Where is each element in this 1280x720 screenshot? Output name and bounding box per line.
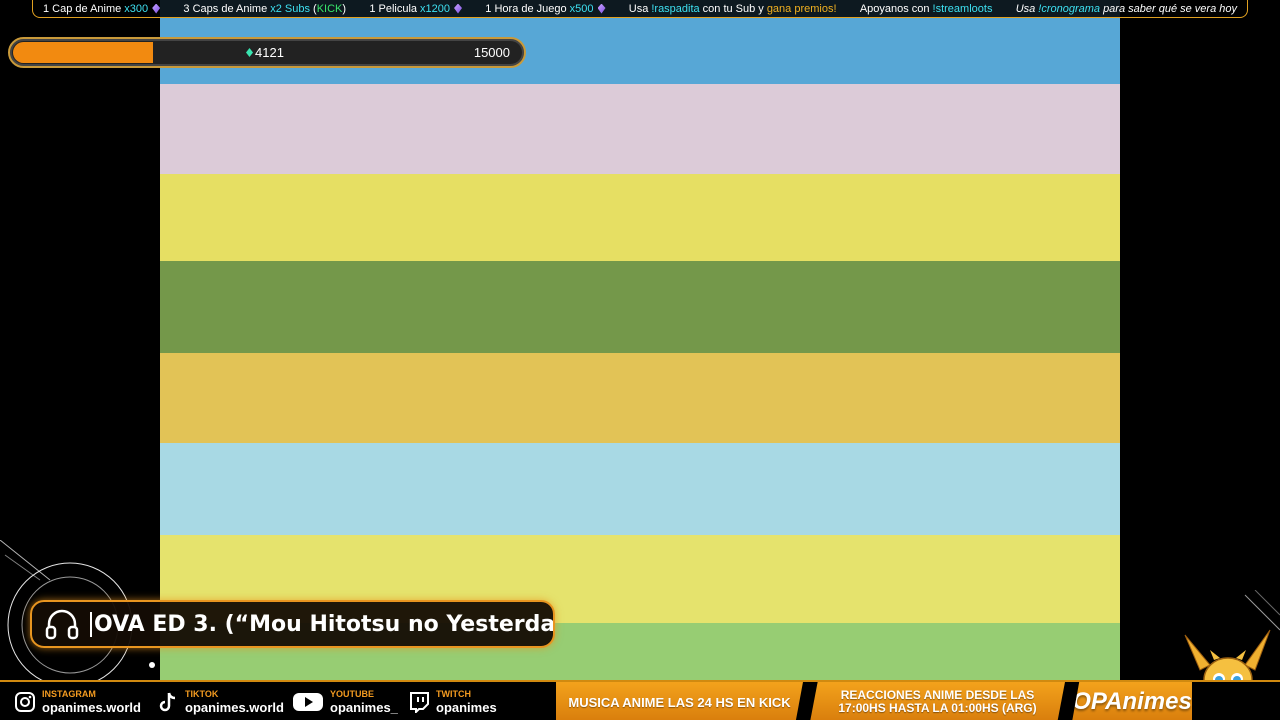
social-label: TIKTOK	[185, 689, 219, 699]
twitch-icon	[408, 691, 430, 713]
now-playing-banner: OVA ED 3. (“Mou Hitotsu no Yesterday	[30, 600, 555, 648]
ticker-item: Usa !raspadita con tu Sub y gana premios…	[629, 3, 837, 15]
promo-reactions-schedule: REACCIONES ANIME DESDE LAS 17:00HS HASTA…	[810, 682, 1065, 720]
ticker-text: Usa	[628, 2, 649, 15]
social-label: YOUTUBE	[330, 689, 375, 699]
ticker-text: para saber qué se vera hoy	[1103, 2, 1237, 15]
social-handle: opanimes_	[330, 700, 398, 715]
goal-target-value: 15000	[473, 45, 510, 60]
social-label: INSTAGRAM	[42, 689, 96, 699]
social-tiktok[interactable]: TIKTOK opanimes.world	[157, 687, 284, 717]
ticker-command: !cronograma	[1038, 2, 1101, 15]
now-playing-title: OVA ED 3. (“Mou Hitotsu no Yesterday	[90, 611, 553, 637]
ticker-text: 1 Cap de Anime	[43, 2, 122, 15]
gem-icon	[454, 3, 463, 14]
stream-overlay: 1 Cap de Anime x300 3 Caps de Anime x2 S…	[0, 0, 1280, 720]
color-stripe	[160, 261, 1120, 353]
ticker-multiplier: x2 Subs	[270, 2, 310, 15]
goal-current-value: 4121	[246, 45, 284, 60]
ticker-text: con tu Sub y	[702, 2, 764, 15]
social-handle: opanimes	[436, 700, 497, 715]
goal-current-text: 4121	[255, 45, 284, 60]
ticker-multiplier: x300	[124, 2, 149, 15]
video-frame	[160, 0, 1120, 680]
tiktok-icon	[157, 691, 179, 713]
youtube-icon	[292, 691, 324, 713]
social-instagram[interactable]: INSTAGRAM opanimes.world	[14, 687, 141, 717]
gem-icon	[152, 3, 161, 14]
social-label: TWITCH	[436, 689, 471, 699]
ticker-item: Usa !cronograma para saber qué se vera h…	[1016, 3, 1237, 15]
headphones-icon	[40, 602, 84, 646]
promo-line: 17:00HS HASTA LA 01:00HS (ARG)	[838, 701, 1037, 715]
ticker-item: 1 Cap de Anime x300	[43, 2, 161, 15]
color-stripe	[160, 174, 1120, 261]
color-stripe	[160, 443, 1120, 535]
social-youtube[interactable]: YOUTUBE opanimes_	[292, 687, 398, 717]
ticker-item: 1 Hora de Juego x500	[485, 2, 606, 15]
ticker-multiplier: x1200	[420, 2, 451, 15]
goal-progress-fill	[13, 42, 153, 63]
ticker-prize: gana premios!	[766, 2, 837, 15]
top-ticker: 1 Cap de Anime x300 3 Caps de Anime x2 S…	[32, 0, 1248, 18]
bottom-bar: INSTAGRAM opanimes.world TIKTOK opanimes…	[0, 680, 1280, 720]
ticker-item: 3 Caps de Anime x2 Subs (KICK)	[183, 3, 346, 15]
ticker-command: !raspadita	[651, 2, 700, 15]
gem-icon	[597, 3, 606, 14]
color-stripe	[160, 353, 1120, 443]
ticker-text: 1 Hora de Juego	[485, 2, 567, 15]
ticker-item: Apoyanos con !streamloots	[860, 3, 993, 15]
social-handle: opanimes.world	[185, 700, 284, 715]
diamond-icon	[246, 48, 253, 57]
social-twitch[interactable]: TWITCH opanimes	[408, 687, 497, 717]
ticker-multiplier: x500	[569, 2, 594, 15]
ticker-item: 1 Pelicula x1200	[369, 2, 463, 15]
ticker-text: 1 Pelicula	[369, 2, 418, 15]
color-stripe	[160, 84, 1120, 174]
social-handle: opanimes.world	[42, 700, 141, 715]
brand-logo-text: OPAnimes	[1072, 682, 1192, 720]
promo-kick-music: MUSICA ANIME LAS 24 HS EN KICK	[556, 682, 803, 720]
ticker-kick: KICK	[316, 2, 343, 15]
goal-progress-bar: 4121 15000	[8, 37, 526, 68]
ticker-text: Usa	[1015, 2, 1036, 15]
instagram-icon	[14, 691, 36, 713]
ticker-paren: )	[342, 2, 347, 15]
ticker-text: 3 Caps de Anime	[183, 2, 268, 15]
ticker-paren: (	[309, 2, 317, 15]
ticker-text: Apoyanos con	[859, 2, 930, 15]
ticker-command: !streamloots	[932, 2, 993, 15]
